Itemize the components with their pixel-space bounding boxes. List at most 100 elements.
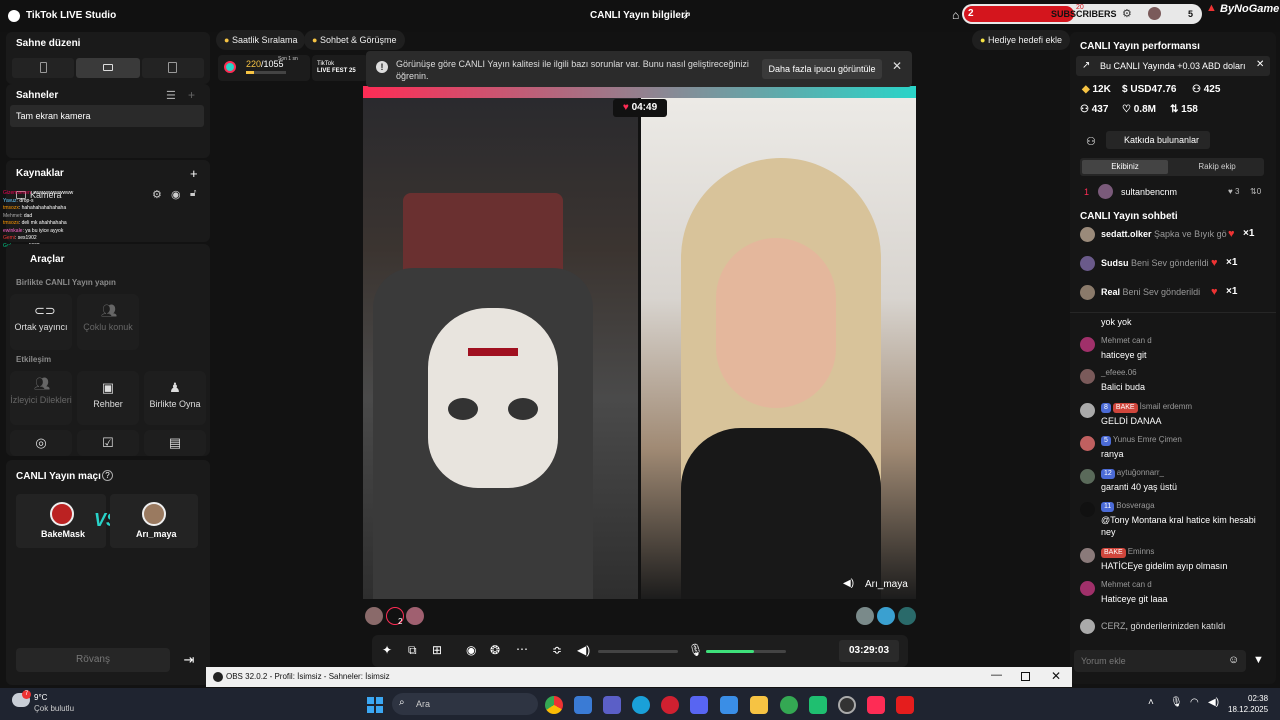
participant-avatar[interactable] (365, 607, 383, 625)
clock-time[interactable]: 02:38 (1248, 694, 1268, 703)
hourly-ranking-pill[interactable]: ● Saatlik Sıralama (216, 30, 306, 50)
obs-taskbar-icon[interactable] (838, 696, 856, 714)
tab-rival[interactable]: Rakip ekip (1172, 160, 1262, 174)
mic-icon[interactable]: 🎙︎ (688, 643, 703, 657)
teams-icon[interactable] (603, 696, 621, 714)
maximize-icon[interactable] (1021, 672, 1030, 681)
mic-level-slider[interactable] (706, 650, 786, 653)
filter-icon[interactable]: ▼ (1253, 654, 1264, 666)
viewer-requests-button[interactable]: 👥︎ İzleyici Dilekleri (10, 371, 72, 425)
chrome-alt-icon[interactable] (780, 696, 798, 714)
tab-team[interactable]: Ekibiniz (1082, 160, 1168, 174)
layout-portrait-button[interactable] (12, 58, 74, 78)
adjust-icon[interactable]: ≎ (552, 643, 562, 657)
share-icon[interactable]: ⇗ (682, 9, 691, 22)
screen-add-icon[interactable]: ⊞ (432, 643, 442, 657)
exit-icon[interactable]: ⇥ (178, 648, 200, 672)
magic-wand-icon[interactable]: ✦ (382, 643, 392, 657)
layout-custom-button[interactable] (142, 58, 204, 78)
avatar (1080, 227, 1095, 242)
start-button[interactable] (367, 697, 383, 713)
gift-user[interactable]: Real (1101, 287, 1120, 297)
volume-icon[interactable]: ◀) (577, 643, 590, 657)
add-source-icon[interactable]: + (190, 166, 198, 181)
obs-window-bar[interactable]: OBS 32.0.2 - Profil: İsimsiz - Sahneler:… (206, 667, 1072, 687)
live-fest-badge[interactable]: TikTok LIVE FEST 25 (312, 55, 368, 81)
player1-card[interactable]: BakeMask (16, 494, 106, 548)
chat-username-row[interactable]: BAKE Eminns (1101, 547, 1154, 558)
gift-user[interactable]: sedatt.olker (1101, 229, 1152, 239)
tool-row3-c[interactable]: ▤ (144, 430, 206, 456)
opera-icon[interactable] (661, 696, 679, 714)
contributors-button[interactable]: Katkıda bulunanlar (1106, 131, 1210, 149)
settings-icon[interactable]: ⚙ (152, 188, 162, 201)
effects-icon[interactable]: ❂ (490, 643, 500, 657)
speaker-icon[interactable]: ◀) (843, 578, 854, 589)
scene-item[interactable]: Tam ekran kamera (10, 105, 204, 127)
chat-username-row[interactable]: _efeee.06 (1101, 368, 1137, 377)
add-scene-icon[interactable]: + (188, 88, 195, 102)
mail-icon[interactable] (720, 696, 738, 714)
gift-user[interactable]: Sudsu (1101, 258, 1129, 268)
participant-avatar[interactable] (856, 607, 874, 625)
chat-call-pill[interactable]: ● Sohbet & Görüşme (304, 30, 405, 50)
list-icon[interactable]: ☰ (166, 89, 176, 102)
help-icon[interactable]: ? (102, 470, 113, 481)
notification-icon[interactable]: ⌂ (952, 8, 959, 22)
cohost-button[interactable]: ⊂⊃ Ortak yayıncı (10, 294, 72, 350)
multiguest-button[interactable]: 👥︎ Çoklu konuk (77, 294, 139, 350)
tray-wifi-icon[interactable]: ◠ (1190, 697, 1199, 708)
close-icon[interactable]: ✕ (1051, 669, 1061, 683)
youtube-icon[interactable] (896, 696, 914, 714)
chat-username-row[interactable]: 8 BAKE İsmail erdemm (1101, 402, 1192, 413)
guide-button[interactable]: ▣ Rehber (77, 371, 139, 425)
participant-avatar[interactable] (406, 607, 424, 625)
chat-username-row[interactable]: 12 aytuğonnarr_ (1101, 468, 1164, 479)
chat-username-row[interactable]: Mehmet can d (1101, 580, 1152, 589)
store-icon[interactable] (574, 696, 592, 714)
participant-avatar[interactable] (877, 607, 895, 625)
layout-switch-icon[interactable]: ⧉ (408, 643, 417, 658)
lock-icon[interactable]: 🔓︎ (190, 188, 196, 199)
chat-username-row[interactable]: Mehmet can d (1101, 336, 1152, 345)
app-icon[interactable] (809, 696, 827, 714)
chat-username-row[interactable]: 11 Bosveraga (1101, 501, 1155, 512)
goal-widget[interactable]: 220/1055 Son 1 sn (218, 55, 310, 81)
contributors-label: Katkıda bulunanlar (1124, 135, 1200, 145)
users-icon: 👥︎ (101, 303, 118, 318)
gift-text: Beni Sev gönderildi (1131, 258, 1209, 268)
tray-mic-icon[interactable]: 🎙︎ (1170, 697, 1183, 708)
tiktok-taskbar-icon[interactable] (867, 696, 885, 714)
more-icon[interactable]: ⋯ (516, 642, 528, 656)
play-together-button[interactable]: ♟ Birlikte Oyna (144, 371, 206, 425)
edge-icon[interactable] (632, 696, 650, 714)
avatar (1080, 619, 1095, 634)
comment-input[interactable]: Yorum ekle ☺ (1074, 650, 1246, 672)
record-icon[interactable]: ◉ (466, 643, 476, 657)
eye-icon[interactable]: ◉ (171, 188, 181, 201)
minimize-icon[interactable]: — (991, 669, 1002, 681)
player2-card[interactable]: Arı_maya (110, 494, 198, 548)
chrome-icon[interactable] (545, 696, 563, 714)
more-tips-button[interactable]: Daha fazla ipucu görüntüle (762, 59, 882, 79)
taskbar-search[interactable]: ⌕ Ara (392, 693, 538, 715)
tray-chevron-icon[interactable]: ˄ (1148, 697, 1154, 708)
rematch-button[interactable]: Rövanş (16, 648, 170, 672)
close-icon[interactable]: ✕ (1256, 59, 1264, 70)
layout-landscape-button[interactable] (76, 58, 140, 78)
tool-row3-a[interactable]: ◎ (10, 430, 72, 456)
close-icon[interactable]: ✕ (892, 59, 902, 73)
volume-slider[interactable] (598, 650, 678, 653)
tray-volume-icon[interactable]: ◀) (1208, 697, 1219, 708)
chat-username-row[interactable]: 5 Yunus Emre Çimen (1101, 435, 1182, 446)
top-user-name[interactable]: sultanbencnm (1121, 187, 1177, 197)
participant-avatar[interactable] (898, 607, 916, 625)
gift-goal-pill[interactable]: ● Hediye hedefi ekle (972, 30, 1071, 50)
tool-row3-b[interactable]: ☑ (77, 430, 139, 456)
live-info-title[interactable]: CANLI Yayın bilgileri (590, 10, 688, 21)
clock-date[interactable]: 18.12.2025 (1228, 705, 1268, 714)
emoji-icon[interactable]: ☺ (1228, 654, 1239, 666)
explorer-icon[interactable] (750, 696, 768, 714)
user-add-icon[interactable]: ⚇ (1086, 135, 1096, 148)
discord-icon[interactable] (690, 696, 708, 714)
